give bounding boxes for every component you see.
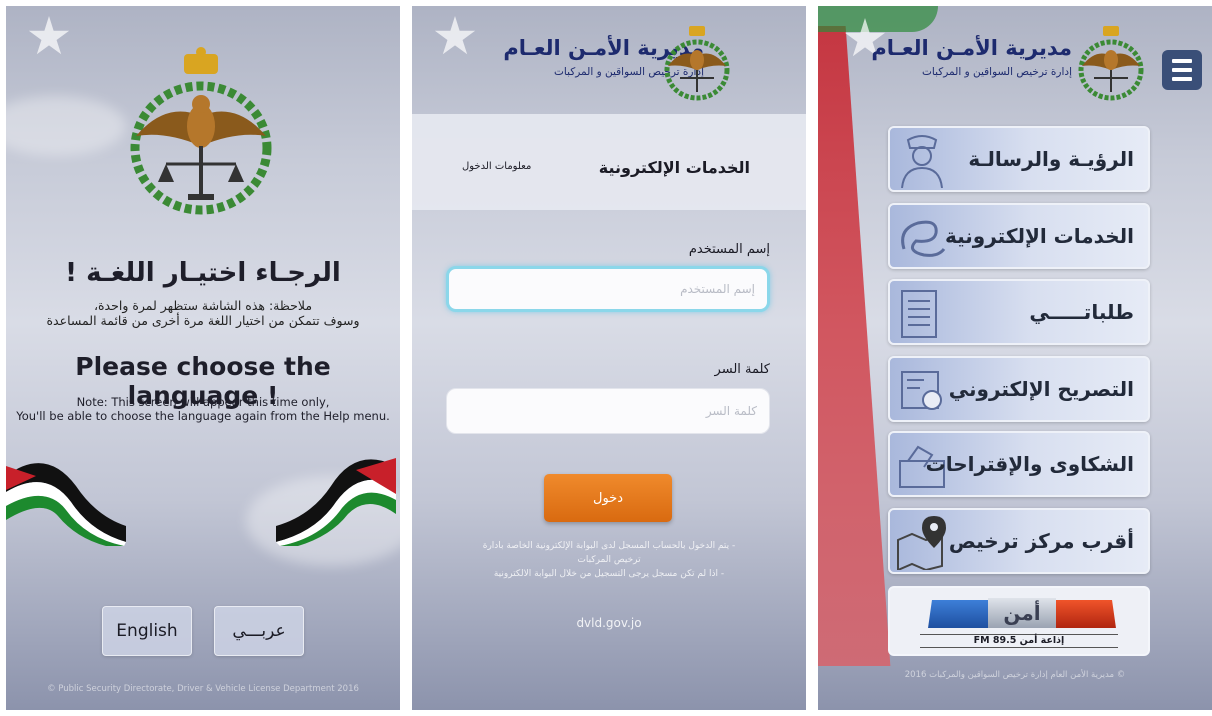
list-form-icon [901, 290, 937, 338]
login-tabs: الخدمات الإلكترونية معلومات الدخول [412, 114, 806, 210]
jordan-flag-icon [276, 458, 396, 546]
english-note: Note: This screen will appear this time … [6, 395, 400, 423]
tile-electronic-permit[interactable]: التصريح الإلكتروني [888, 356, 1150, 422]
map-pin-icon [897, 516, 946, 570]
tab-login-info[interactable]: معلومات الدخول [462, 161, 531, 172]
hint-line: - يتم الدخول بالحساب المسجل لدى البوابة … [482, 541, 736, 551]
tile-label: طلباتـــــي [1029, 300, 1134, 324]
menu-bar [1172, 59, 1192, 63]
tile-label: الخدمات الإلكترونية [944, 224, 1134, 248]
copyright-footer: © Public Security Directorate, Driver & … [47, 684, 359, 694]
radio-decoration [928, 600, 992, 628]
portal-link[interactable]: dvld.gov.jo [412, 616, 806, 630]
copyright-footer: © مديرية الأمن العام إدارة ترخيص السواقي… [904, 670, 1126, 680]
arabic-note: ملاحظة: هذه الشاشة ستظهر لمرة واحدة، وسو… [16, 298, 390, 328]
arabic-note-line: وسوف تتمكن من اختيار اللغة مرة أخرى من ق… [46, 313, 360, 328]
username-input[interactable]: إسم المستخدم [446, 266, 770, 312]
cloud-decoration [6, 96, 126, 156]
arabic-title: الرجـاء اختيـار اللغـة ! [65, 258, 341, 288]
tile-label: التصريح الإلكتروني [948, 377, 1134, 401]
radio-logo: أمن [988, 598, 1056, 628]
hint-line: - اذا لم تكن مسجل يرجى التسجيل من خلال ا… [493, 569, 725, 579]
tile-electronic-services[interactable]: الخدمات الإلكترونية [888, 203, 1150, 269]
officer-icon [901, 135, 943, 188]
radio-caption: إذاعة أمن 89.5 FM [920, 634, 1118, 648]
menu-bar [1172, 77, 1192, 81]
menu-screen: مديرية الأمـن العـام إدارة ترخيص السواقي… [818, 6, 1212, 710]
radio-banner[interactable]: أمن إذاعة أمن 89.5 FM [888, 586, 1150, 656]
emblem-icon [664, 26, 730, 101]
emblem-icon [130, 47, 272, 215]
tile-label: أقرب مركز ترخيص [948, 529, 1134, 553]
arabic-note-line: ملاحظة: هذه الشاشة ستظهر لمرة واحدة، [93, 298, 313, 313]
header-title: مديرية الأمـن العـام [871, 36, 1072, 60]
username-label: إسم المستخدم [688, 242, 770, 257]
header-subtitle: إدارة ترخيص السواقين و المركبات [922, 66, 1072, 78]
tile-complaints-suggestions[interactable]: الشكاوى والإقتراحات [888, 431, 1150, 497]
language-screen: الرجـاء اختيـار اللغـة ! ملاحظة: هذه الش… [6, 6, 400, 710]
tile-label: الشكاوى والإقتراحات [925, 452, 1134, 476]
jordan-flag-icon [6, 463, 126, 546]
login-screen: مديرية الأمـن العـام إدارة ترخيص السواقي… [412, 6, 806, 710]
tile-my-requests[interactable]: طلباتـــــي [888, 279, 1150, 345]
tile-nearest-license-center[interactable]: أقرب مركز ترخيص [888, 508, 1150, 574]
hint-line: ترخيص المركبات [577, 555, 641, 565]
flag-band-decoration [818, 26, 891, 666]
tab-electronic-services[interactable]: الخدمات الإلكترونية [599, 158, 750, 177]
app-header: مديرية الأمـن العـام إدارة ترخيص السواقي… [412, 6, 806, 114]
english-note-line: You'll be able to choose the language ag… [16, 409, 390, 423]
login-button[interactable]: دخول [544, 474, 672, 522]
login-hint: - يتم الدخول بالحساب المسجل لدى البوابة … [442, 539, 776, 581]
radio-decoration [1052, 600, 1116, 628]
password-label: كلمة السر [714, 362, 770, 377]
english-language-button[interactable]: English [102, 606, 192, 656]
app-header: مديرية الأمـن العـام إدارة ترخيص السواقي… [818, 6, 1212, 114]
star-decoration [28, 16, 70, 55]
english-note-line: Note: This screen will appear this time … [76, 395, 330, 409]
arabic-language-button[interactable]: عربـــي [214, 606, 304, 656]
emblem-icon [1078, 26, 1144, 101]
tile-label: الرؤيـة والرسالـة [968, 147, 1134, 171]
password-input[interactable]: كلمة السر [446, 388, 770, 434]
certificate-icon [901, 371, 942, 410]
e-service-icon [901, 220, 946, 257]
menu-bar [1172, 68, 1192, 72]
tile-vision-mission[interactable]: الرؤيـة والرسالـة [888, 126, 1150, 192]
hamburger-menu-button[interactable] [1162, 50, 1202, 90]
